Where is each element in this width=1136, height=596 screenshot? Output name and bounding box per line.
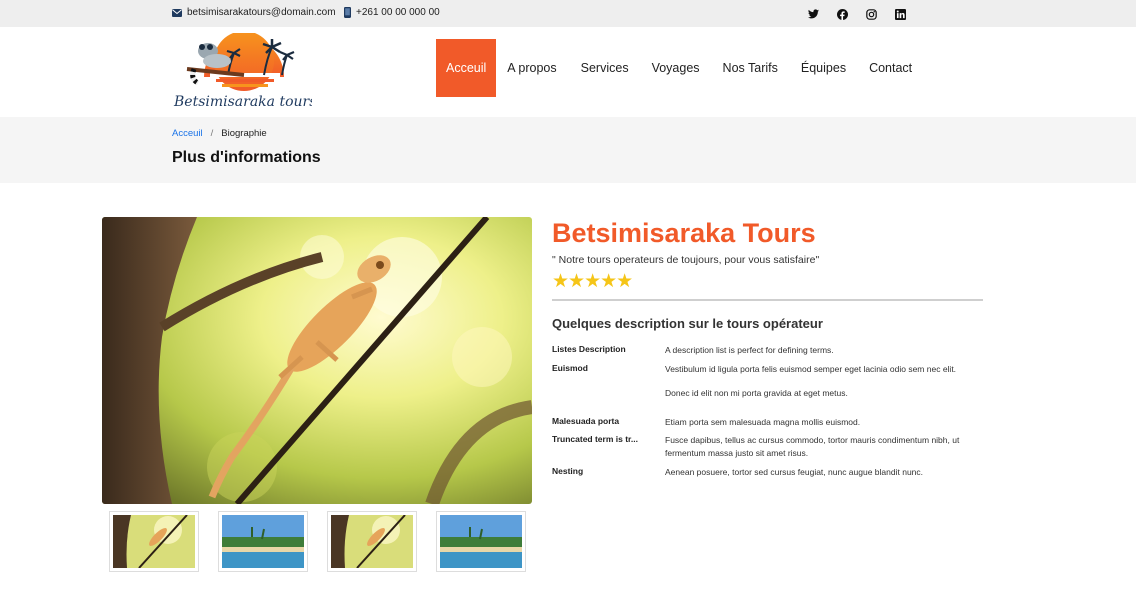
breadcrumb: Acceuil / Biographie	[172, 128, 267, 139]
description-term: Listes Description	[552, 344, 626, 354]
envelope-icon	[172, 8, 182, 17]
main-nav: Acceuil A propos Services Voyages Nos Ta…	[436, 39, 912, 97]
nav-nos-tarifs[interactable]: Nos Tarifs	[723, 39, 778, 97]
twitter-icon[interactable]	[807, 8, 819, 20]
description-detail: Etiam porta sem malesuada magna mollis e…	[665, 417, 861, 427]
top-bar: betsimisarakatours@domain.com +261 00 00…	[0, 0, 1136, 27]
description-detail: Aenean posuere, tortor sed cursus feugia…	[665, 467, 924, 477]
email-text: betsimisarakatours@domain.com	[187, 7, 336, 18]
phone-text: +261 00 00 000 00	[356, 7, 440, 18]
thumbnail-4[interactable]	[436, 511, 526, 572]
description-detail: Fusce dapibus, tellus ac cursus commodo,…	[665, 435, 960, 458]
page-title: Plus d'informations	[172, 149, 321, 166]
nav-services[interactable]: Services	[581, 39, 629, 97]
nav-voyages[interactable]: Voyages	[652, 39, 700, 97]
description-term: Nesting	[552, 466, 584, 476]
breadcrumb-separator: /	[210, 128, 214, 139]
instagram-icon[interactable]	[865, 8, 877, 20]
logo[interactable]: Betsimisaraka tours	[172, 31, 316, 111]
phone-contact[interactable]: +261 00 00 000 00	[344, 7, 440, 18]
nav-equipes[interactable]: Équipes	[801, 39, 846, 97]
site-header: Betsimisaraka tours Acceuil A propos Ser…	[0, 27, 1136, 117]
description-detail: Vestibulum id ligula porta felis euismod…	[665, 364, 957, 374]
breadcrumb-home-link[interactable]: Acceuil	[172, 128, 203, 139]
page-header-band: Acceuil / Biographie Plus d'informations	[0, 117, 1136, 183]
description-detail: Donec id elit non mi porta gravida at eg…	[665, 388, 848, 398]
description-term: Malesuada porta	[552, 416, 620, 426]
email-contact[interactable]: betsimisarakatours@domain.com	[172, 7, 336, 18]
rating-stars: ★★★★★	[552, 271, 633, 292]
svg-text:Betsimisaraka tours: Betsimisaraka tours	[173, 94, 312, 110]
divider	[552, 299, 983, 301]
linkedin-icon[interactable]	[894, 8, 906, 20]
product-title: Betsimisaraka Tours	[552, 218, 816, 248]
thumbnail-3[interactable]	[327, 511, 417, 572]
nav-acceuil[interactable]: Acceuil	[436, 39, 497, 97]
thumbnail-1[interactable]	[109, 511, 199, 572]
facebook-icon[interactable]	[836, 8, 848, 20]
breadcrumb-current: Biographie	[221, 128, 267, 139]
phone-icon	[344, 7, 351, 18]
description-detail: A description list is perfect for defini…	[665, 345, 834, 355]
description-heading: Quelques description sur le tours opérat…	[552, 316, 823, 331]
description-term: Euismod	[552, 363, 588, 373]
main-product-image[interactable]	[102, 217, 532, 504]
nav-a-propos[interactable]: A propos	[507, 39, 556, 97]
thumbnail-2[interactable]	[218, 511, 308, 572]
nav-contact[interactable]: Contact	[869, 39, 912, 97]
description-term: Truncated term is tr...	[552, 434, 638, 444]
product-tagline: " Notre tours operateurs de toujours, po…	[552, 254, 820, 266]
